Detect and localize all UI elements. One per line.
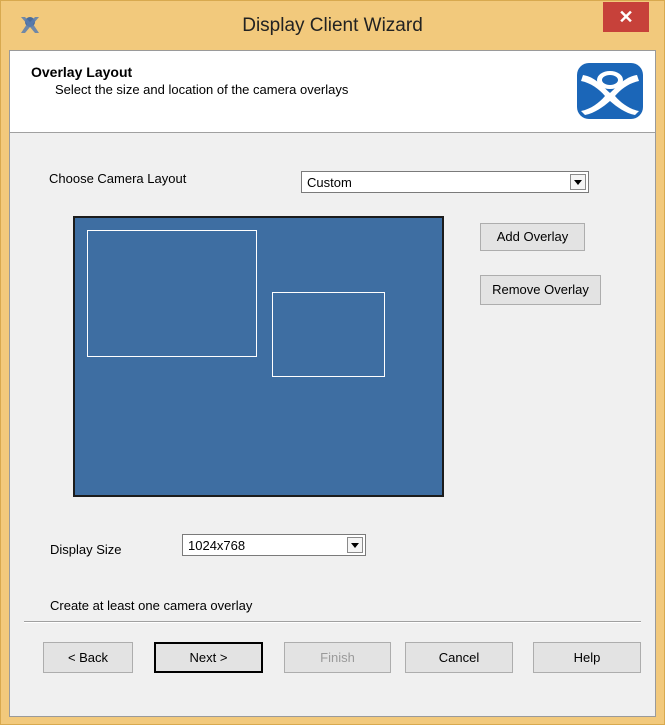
status-message: Create at least one camera overlay <box>50 598 253 613</box>
window-title: Display Client Wizard <box>242 15 423 36</box>
title-bar[interactable]: Display Client Wizard ✕ <box>1 1 664 50</box>
camera-layout-label: Choose Camera Layout <box>49 171 187 186</box>
page-subtitle: Select the size and location of the came… <box>55 82 349 97</box>
help-button[interactable]: Help <box>533 642 641 673</box>
camera-layout-value: Custom <box>307 175 352 190</box>
chevron-down-icon[interactable] <box>570 174 586 190</box>
back-button[interactable]: < Back <box>43 642 133 673</box>
next-button[interactable]: Next > <box>154 642 263 673</box>
thinmanager-logo-icon <box>577 63 643 119</box>
display-size-select[interactable]: 1024x768 <box>182 534 366 556</box>
page-title: Overlay Layout <box>31 64 133 80</box>
add-overlay-button[interactable]: Add Overlay <box>480 223 585 251</box>
camera-overlay-1[interactable] <box>87 230 257 357</box>
remove-overlay-button[interactable]: Remove Overlay <box>480 275 601 305</box>
wizard-body: Overlay Layout Select the size and locat… <box>9 50 656 717</box>
camera-overlay-2[interactable] <box>272 292 385 377</box>
display-size-label: Display Size <box>50 542 122 557</box>
overlay-preview-canvas[interactable] <box>73 216 444 497</box>
close-icon: ✕ <box>618 7 634 27</box>
display-size-value: 1024x768 <box>188 538 246 553</box>
camera-layout-select[interactable]: Custom <box>301 171 589 193</box>
wizard-footer: < Back Next > Finish Cancel Help <box>10 621 655 716</box>
footer-divider <box>24 621 641 623</box>
wizard-window: Display Client Wizard ✕ Overlay Layout S… <box>0 0 665 725</box>
finish-button[interactable]: Finish <box>284 642 391 673</box>
chevron-down-icon[interactable] <box>347 537 363 553</box>
cancel-button[interactable]: Cancel <box>405 642 513 673</box>
close-button[interactable]: ✕ <box>603 2 649 32</box>
wizard-header: Overlay Layout Select the size and locat… <box>10 51 655 133</box>
